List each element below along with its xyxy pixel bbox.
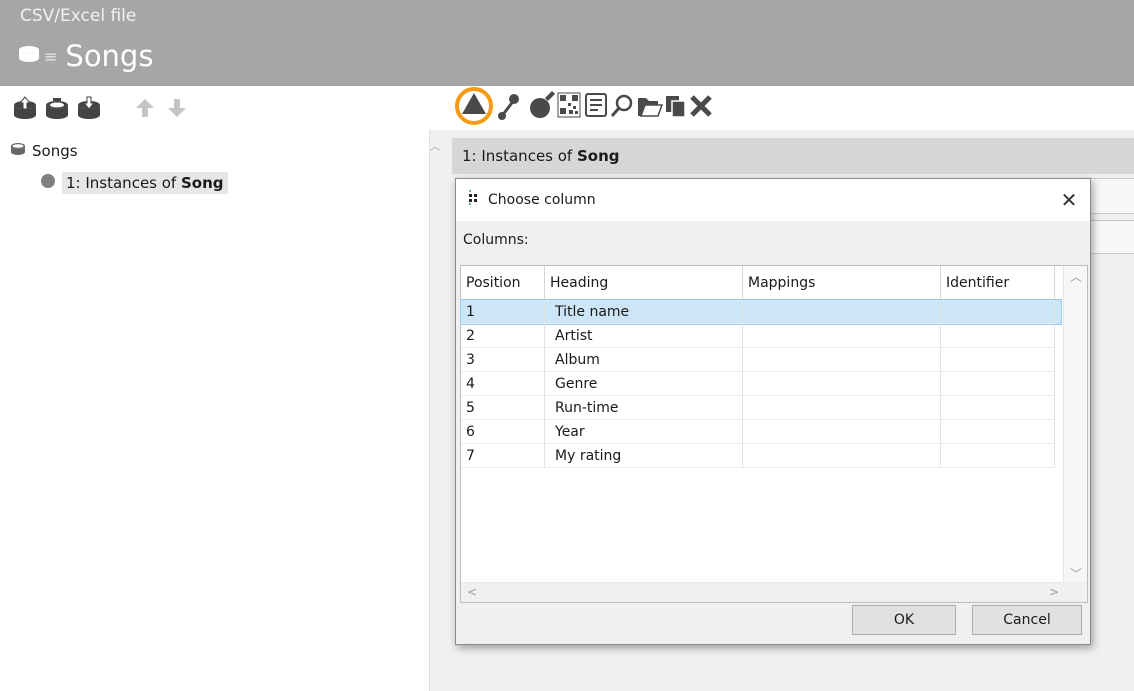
- table-row[interactable]: 2 Artist: [461, 324, 1061, 348]
- columns-table: Position Heading Mappings Identifier 1 Ti…: [460, 265, 1088, 603]
- tree-root-item[interactable]: Songs: [10, 142, 78, 160]
- chevron-up-icon[interactable]: ︿: [1064, 268, 1088, 285]
- cell-position: 6: [461, 420, 545, 444]
- title-row: ≡ Songs: [18, 36, 153, 76]
- database-upload-icon[interactable]: [10, 93, 40, 123]
- tree-root-label: Songs: [32, 142, 78, 160]
- cell-position: 7: [461, 444, 545, 468]
- cancel-button[interactable]: Cancel: [972, 605, 1082, 635]
- cell-heading: Year: [545, 420, 743, 444]
- cell-mappings: [743, 420, 941, 444]
- tree-toolbar: [0, 86, 430, 130]
- tree-child-bold: Song: [180, 174, 224, 192]
- background-field: [1088, 178, 1134, 214]
- cell-heading: Album: [545, 348, 743, 372]
- table-row[interactable]: 6 Year: [461, 420, 1061, 444]
- table-row[interactable]: 3 Album: [461, 348, 1061, 372]
- cell-mappings: [743, 300, 941, 324]
- cell-identifier: [941, 396, 1055, 420]
- tree-child-prefix: 1: Instances of: [66, 174, 181, 192]
- tree-child-item[interactable]: 1: Instances of Song: [40, 172, 228, 194]
- cell-identifier: [941, 420, 1055, 444]
- cell-position: 3: [461, 348, 545, 372]
- cell-position: 4: [461, 372, 545, 396]
- instance-toolbar: [430, 86, 1134, 130]
- instance-title-bold: Song: [577, 147, 620, 165]
- instance-circle-icon: [40, 173, 56, 193]
- delete-icon[interactable]: [690, 95, 712, 117]
- instance-title-prefix: 1: Instances of: [462, 147, 573, 165]
- table-row[interactable]: 7 My rating: [461, 444, 1061, 468]
- link-icon[interactable]: [498, 94, 519, 120]
- cell-mappings: [743, 396, 941, 420]
- document-icon[interactable]: [585, 93, 607, 117]
- cell-identifier: [941, 300, 1055, 324]
- cell-mappings: [743, 324, 941, 348]
- cell-mappings: [743, 372, 941, 396]
- table-row[interactable]: 1 Title name: [460, 299, 1062, 325]
- background-field: [1088, 220, 1134, 254]
- cell-heading: Artist: [545, 324, 743, 348]
- file-type-label: CSV/Excel file: [20, 6, 137, 26]
- cell-identifier: [941, 444, 1055, 468]
- ok-button[interactable]: OK: [852, 605, 956, 635]
- cell-heading: Genre: [545, 372, 743, 396]
- qr-code-icon[interactable]: [557, 92, 581, 118]
- database-download-icon[interactable]: [74, 93, 104, 123]
- tree-panel: Songs 1: Instances of Song: [0, 130, 430, 691]
- move-down-icon[interactable]: [162, 93, 192, 123]
- table-row[interactable]: 4 Genre: [461, 372, 1061, 396]
- scroll-corner: [1063, 582, 1087, 602]
- cell-mappings: [743, 444, 941, 468]
- cell-heading: Run-time: [545, 396, 743, 420]
- chevron-up-icon[interactable]: ︿: [430, 138, 440, 153]
- move-up-icon[interactable]: [130, 93, 160, 123]
- cell-position: 1: [461, 300, 545, 324]
- database-icon: [10, 142, 26, 160]
- choose-column-dialog: Choose column ✕ Columns: Position Headin…: [455, 178, 1091, 645]
- cell-heading: My rating: [545, 444, 743, 468]
- cell-identifier: [941, 348, 1055, 372]
- database-icon: [18, 44, 40, 68]
- cell-heading: Title name: [545, 300, 743, 324]
- page-title: Songs: [65, 39, 154, 73]
- cell-position: 2: [461, 324, 545, 348]
- list-icon: ≡: [44, 46, 58, 66]
- sphere-edit-icon[interactable]: [530, 91, 555, 118]
- copy-icon[interactable]: [666, 96, 686, 118]
- close-icon[interactable]: ✕: [1056, 187, 1082, 213]
- cell-identifier: [941, 372, 1055, 396]
- search-icon[interactable]: [610, 94, 633, 117]
- vertical-scrollbar[interactable]: ︿ ﹀: [1063, 266, 1087, 584]
- tree-child-label: 1: Instances of Song: [62, 172, 228, 194]
- table-header: Position Heading Mappings Identifier: [461, 266, 1061, 300]
- open-folder-icon[interactable]: [638, 98, 664, 117]
- cell-position: 5: [461, 396, 545, 420]
- database-add-icon[interactable]: [42, 93, 72, 123]
- horizontal-scrollbar[interactable]: < >: [461, 582, 1065, 602]
- cell-identifier: [941, 324, 1055, 348]
- columns-label: Columns:: [463, 232, 529, 248]
- file-header: CSV/Excel file ≡ Songs: [0, 0, 1134, 86]
- triangle-icon[interactable]: [455, 87, 493, 125]
- table-row[interactable]: 5 Run-time: [461, 396, 1061, 420]
- cell-mappings: [743, 348, 941, 372]
- chevron-left-icon[interactable]: <: [467, 585, 477, 599]
- dialog-grid-icon: [468, 190, 482, 210]
- header-position[interactable]: Position: [461, 266, 545, 300]
- chevron-right-icon[interactable]: >: [1049, 585, 1059, 599]
- header-identifier[interactable]: Identifier: [941, 266, 1055, 300]
- chevron-down-icon[interactable]: ﹀: [1064, 565, 1088, 582]
- header-mappings[interactable]: Mappings: [743, 266, 941, 300]
- header-heading[interactable]: Heading: [545, 266, 743, 300]
- dialog-title: Choose column: [488, 192, 596, 208]
- dialog-titlebar: Choose column ✕: [456, 179, 1090, 221]
- instance-title-bar: 1: Instances of Song: [452, 138, 1134, 174]
